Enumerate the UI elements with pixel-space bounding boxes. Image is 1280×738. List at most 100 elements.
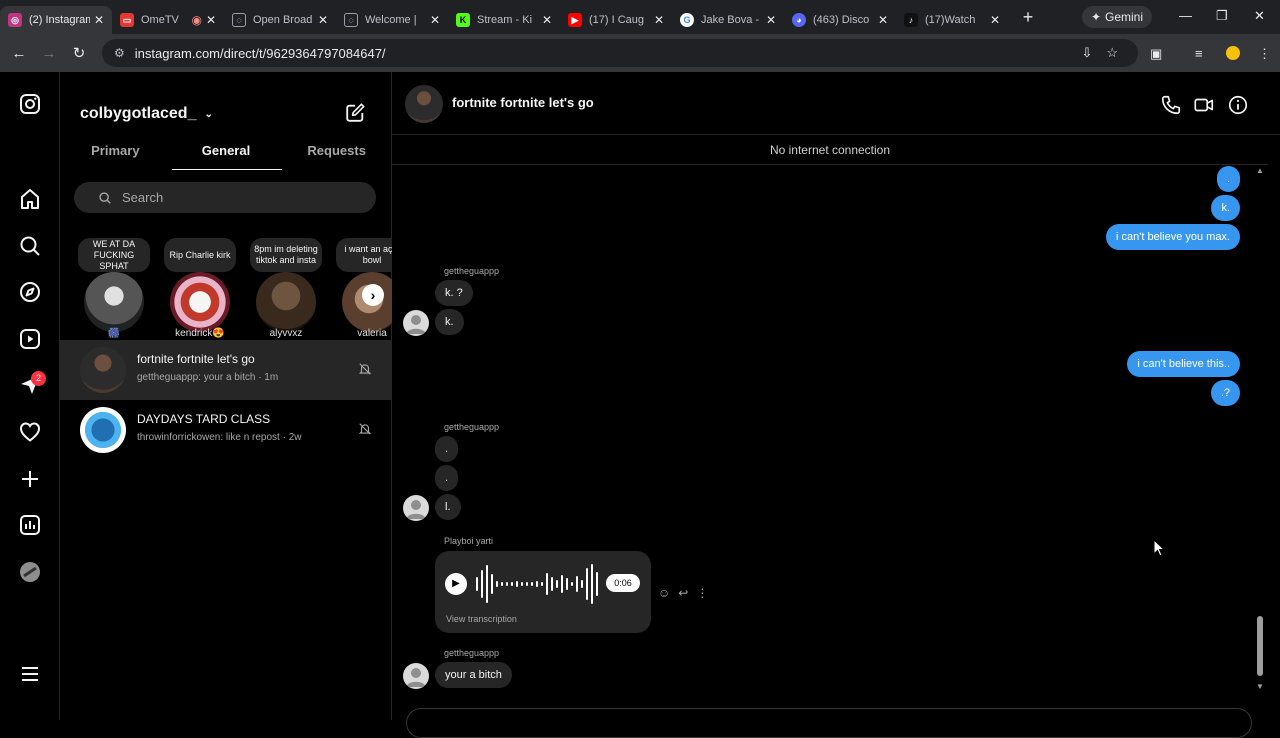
message-bubble-incoming[interactable]: .	[435, 465, 459, 491]
home-icon[interactable]	[18, 187, 42, 211]
new-message-icon[interactable]	[344, 102, 366, 124]
side-panel-icon[interactable]: ▣	[1150, 46, 1162, 62]
search-input[interactable]: Search	[74, 182, 376, 213]
forward-icon[interactable]: →	[34, 45, 64, 62]
search-icon[interactable]	[18, 234, 42, 258]
avatar[interactable]	[403, 663, 429, 689]
message-composer[interactable]	[406, 708, 1252, 738]
play-icon[interactable]: ▶	[445, 573, 467, 595]
message-bubble-outgoing[interactable]: .?	[1210, 380, 1240, 406]
thread-item[interactable]: DAYDAYS TARD CLASS throwinforrickowen: l…	[60, 400, 391, 460]
site-info-icon[interactable]: ⚙	[114, 46, 125, 60]
message-bubble-incoming[interactable]: k. ?	[435, 280, 473, 306]
tab-label: (17) I Caug	[589, 14, 645, 26]
avatar[interactable]	[405, 85, 443, 123]
more-menu-icon[interactable]	[18, 662, 42, 686]
media-controls-icon[interactable]: ≡	[1195, 46, 1203, 61]
message-bubble-incoming[interactable]: k.	[435, 309, 464, 335]
tab-requests[interactable]: Requests	[281, 142, 392, 172]
inbox-tabs: Primary General Requests	[60, 142, 392, 172]
back-icon[interactable]: ←	[4, 45, 34, 62]
browser-tab-ometv[interactable]: ▭ OmeTV ◉ ✕	[112, 6, 224, 34]
browser-tab-discord[interactable]: ◕ (463) Disco ✕	[784, 6, 896, 34]
scroll-thumb[interactable]	[1257, 616, 1263, 676]
conversation-title[interactable]: fortnite fortnite let's go	[452, 95, 594, 110]
scroll-up-icon[interactable]: ▲	[1256, 166, 1264, 175]
browser-tab-open-broad[interactable]: ◌ Open Broad ✕	[224, 6, 336, 34]
browser-tab-welcome[interactable]: ◌ Welcome | ✕	[336, 6, 448, 34]
tab-label: Welcome |	[365, 14, 417, 26]
reels-icon[interactable]	[18, 327, 42, 351]
profile-avatar[interactable]	[1226, 46, 1240, 60]
default-avatar-icon	[406, 500, 426, 519]
note-text: i want an açai bowl	[336, 238, 392, 272]
message-scrollbar[interactable]: ▲ ▼	[1254, 166, 1266, 696]
view-transcription-link[interactable]: View transcription	[446, 614, 517, 624]
muted-bell-icon	[358, 423, 372, 435]
instagram-app: 2 colbygotlaced_ ⌄ Primary General Reque…	[0, 72, 1280, 720]
tab-primary[interactable]: Primary	[60, 142, 171, 172]
note-name: valeria	[357, 328, 387, 339]
info-icon[interactable]	[1227, 94, 1249, 116]
avatar[interactable]	[403, 310, 429, 336]
message-bubble-outgoing[interactable]: .	[1216, 166, 1240, 192]
close-tab-icon[interactable]: ✕	[990, 13, 1000, 27]
gemini-button[interactable]: ✦ Gemini	[1082, 6, 1152, 28]
profile-avatar[interactable]	[18, 560, 42, 584]
reload-icon[interactable]: ↻	[64, 44, 94, 62]
browser-tab-youtube[interactable]: ▶ (17) I Caug ✕	[560, 6, 672, 34]
close-tab-icon[interactable]: ✕	[318, 13, 328, 27]
close-tab-icon[interactable]: ✕	[654, 13, 664, 27]
notifications-icon[interactable]	[18, 420, 42, 444]
note-item[interactable]: 8pm im deleting tiktok and insta alyvvxz	[246, 236, 324, 344]
message-bubble-incoming[interactable]: your a bitch	[435, 662, 512, 688]
react-emoji-icon[interactable]: ☺	[658, 586, 670, 600]
explore-icon[interactable]	[18, 280, 42, 304]
dashboard-icon[interactable]	[18, 513, 42, 537]
instagram-logo-icon[interactable]	[18, 92, 42, 116]
chevron-right-icon[interactable]: ›	[362, 284, 384, 306]
thread-title: DAYDAYS TARD CLASS	[137, 412, 271, 426]
tab-label: (2) Instagram	[29, 14, 90, 26]
close-window-icon[interactable]: ✕	[1254, 8, 1265, 24]
avatar	[80, 347, 126, 393]
avatar[interactable]	[403, 495, 429, 521]
close-tab-icon[interactable]: ✕	[206, 13, 216, 27]
inbox-panel: colbygotlaced_ ⌄ Primary General Request…	[60, 72, 392, 720]
phone-icon[interactable]	[1160, 94, 1182, 116]
browser-tab-google[interactable]: G Jake Bova - ✕	[672, 6, 784, 34]
install-app-icon[interactable]: ⇩	[1081, 45, 1092, 61]
close-tab-icon[interactable]: ✕	[542, 13, 552, 27]
browser-tab-stream[interactable]: K Stream - Ki ✕	[448, 6, 560, 34]
thread-item[interactable]: fortnite fortnite let's go gettheguappp:…	[60, 340, 391, 400]
new-tab-button[interactable]: +	[1014, 7, 1042, 28]
message-bubble-outgoing[interactable]: k.	[1211, 195, 1240, 221]
voice-message[interactable]: ▶ 0:06 View transcription	[435, 551, 651, 633]
account-switcher[interactable]: colbygotlaced_ ⌄	[80, 105, 213, 123]
video-call-icon[interactable]	[1193, 94, 1215, 116]
note-item[interactable]: WE AT DA FUCKING SPHAT 🎆	[74, 236, 152, 344]
tab-general[interactable]: General	[171, 142, 282, 172]
browser-menu-icon[interactable]: ⋮	[1258, 46, 1271, 62]
reply-icon[interactable]: ↩	[678, 586, 688, 600]
address-bar[interactable]: ⚙ instagram.com/direct/t/962936479708464…	[102, 39, 1138, 67]
message-bubble-incoming[interactable]: .	[435, 436, 459, 462]
create-icon[interactable]	[18, 467, 42, 491]
browser-tab-tiktok[interactable]: ♪ (17)Watch ✕	[896, 6, 1008, 34]
close-tab-icon[interactable]: ✕	[878, 13, 888, 27]
note-name: alyvvxz	[269, 328, 303, 339]
message-bubble-incoming[interactable]: l.	[435, 494, 461, 520]
message-bubble-outgoing[interactable]: i can't believe you max.	[1106, 224, 1240, 250]
browser-tab-instagram[interactable]: ◎ (2) Instagram ✕	[0, 6, 112, 34]
bookmark-star-icon[interactable]: ☆	[1106, 45, 1118, 61]
close-tab-icon[interactable]: ✕	[430, 13, 440, 27]
message-list: . k. i can't believe you max. gettheguap…	[392, 166, 1268, 720]
maximize-icon[interactable]: ❐	[1216, 8, 1228, 24]
close-tab-icon[interactable]: ✕	[766, 13, 776, 27]
message-bubble-outgoing[interactable]: i can't believe this..	[1127, 351, 1240, 377]
scroll-down-icon[interactable]: ▼	[1256, 682, 1264, 691]
minimize-icon[interactable]: —	[1179, 8, 1192, 23]
more-options-icon[interactable]: ⋮	[696, 586, 708, 600]
close-tab-icon[interactable]: ✕	[94, 13, 104, 27]
note-item[interactable]: Rip Charlie kirk kendrick😍	[160, 236, 238, 344]
